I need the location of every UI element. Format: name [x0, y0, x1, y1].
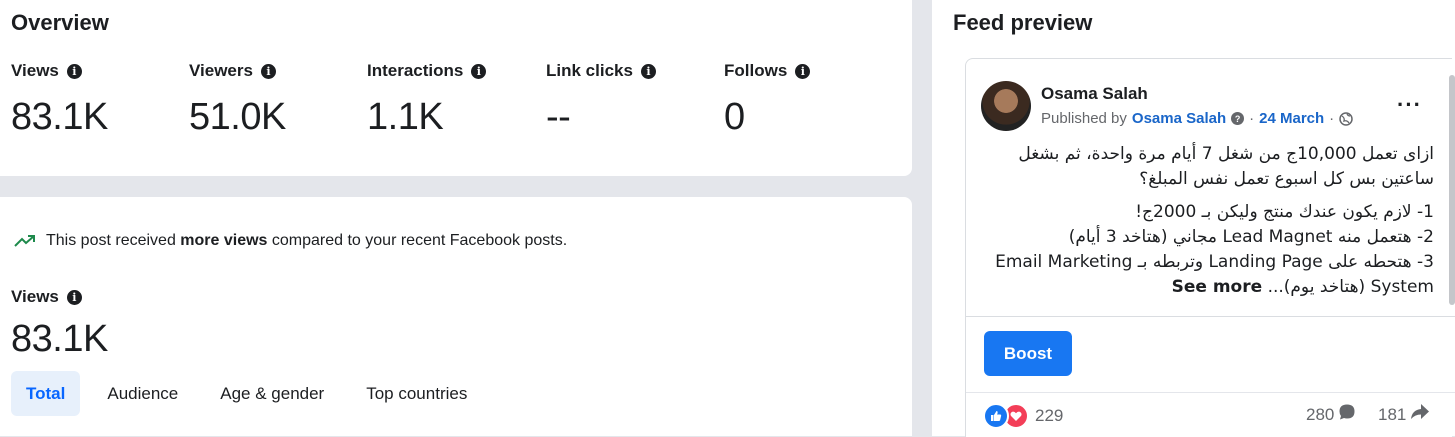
reactions-summary[interactable]: 229 — [983, 403, 1063, 429]
shares-summary[interactable]: 181 — [1378, 403, 1430, 426]
metric-link-clicks: Link clicks i -- — [546, 60, 716, 139]
comments-summary[interactable]: 280 — [1306, 403, 1356, 426]
comment-icon — [1338, 403, 1356, 426]
info-icon[interactable]: i — [471, 63, 487, 79]
globe-icon — [1339, 111, 1353, 126]
feed-preview-title: Feed preview — [953, 10, 1093, 35]
info-icon[interactable]: i — [260, 63, 276, 79]
metric-label: Views — [11, 61, 59, 80]
metric-follows: Follows i 0 — [724, 60, 894, 139]
info-icon[interactable]: i — [66, 289, 82, 305]
tab-total[interactable]: Total — [11, 371, 81, 416]
divider — [966, 392, 1455, 393]
views-value: 83.1K — [11, 318, 108, 360]
metric-views: Views i 83.1K — [11, 60, 181, 139]
meta-dot: · — [1249, 110, 1255, 127]
overview-title: Overview — [11, 10, 109, 35]
metric-label: Follows — [724, 61, 788, 80]
metric-interactions: Interactions i 1.1K — [367, 60, 537, 139]
tab-top-countries[interactable]: Top countries — [351, 371, 482, 416]
reactions-count: 229 — [1035, 406, 1064, 425]
more-options-icon[interactable]: ··· — [1397, 92, 1422, 118]
share-icon — [1410, 403, 1430, 426]
info-icon[interactable]: i — [66, 63, 82, 79]
notice-suffix: compared to your recent Facebook posts. — [267, 232, 568, 249]
publisher-link[interactable]: Osama Salah — [1132, 110, 1226, 127]
views-notice: This post received more views compared t… — [14, 232, 567, 250]
views-total: Views i 83.1K — [11, 286, 108, 361]
post-text-line: ازاى تعمل 10,000ج من شغل 7 أيام مرة واحد… — [1018, 144, 1434, 189]
breakdown-tabs: Total Audience Age & gender Top countrie… — [11, 371, 494, 416]
tab-age-gender[interactable]: Age & gender — [205, 371, 339, 416]
author-name[interactable]: Osama Salah — [1041, 84, 1148, 104]
metric-viewers: Viewers i 51.0K — [189, 60, 359, 139]
metric-value: 83.1K — [11, 96, 108, 138]
trending-up-icon — [14, 234, 36, 248]
metric-label: Link clicks — [546, 61, 633, 80]
post-date-link[interactable]: 24 March — [1259, 110, 1324, 127]
see-more-link[interactable]: See more — [1172, 277, 1263, 297]
divider — [966, 316, 1455, 317]
like-icon — [983, 403, 1009, 429]
comments-count: 280 — [1306, 404, 1335, 424]
avatar[interactable] — [981, 81, 1031, 131]
scrollbar[interactable] — [1449, 75, 1455, 305]
post-text-line: 2- هتعمل منه Lead Magnet مجاني (هتاخد 3 … — [1068, 227, 1434, 247]
info-icon[interactable]: i — [795, 63, 811, 79]
info-icon[interactable]: i — [640, 63, 656, 79]
notice-bold: more views — [180, 232, 268, 249]
views-label: Views — [11, 287, 59, 306]
tab-audience[interactable]: Audience — [92, 371, 193, 416]
post-text-line: 1- لازم يكون عندك منتج وليكن بـ 2000ج! — [1135, 202, 1434, 222]
metric-label: Viewers — [189, 61, 253, 80]
shares-count: 181 — [1378, 404, 1407, 424]
published-prefix: Published by — [1041, 110, 1127, 127]
meta-dot: · — [1329, 110, 1335, 127]
notice-text: This post received more views compared t… — [46, 232, 567, 250]
boost-button[interactable]: Boost — [984, 331, 1072, 376]
metric-label: Interactions — [367, 61, 464, 80]
metric-value: 51.0K — [189, 96, 286, 138]
metric-value: -- — [546, 96, 571, 138]
post-text-line: 3- هتحطه على Landing Page وتربطه بـ Emai… — [980, 250, 1434, 300]
post-meta: Published by Osama Salah ? · 24 March · — [1041, 110, 1353, 127]
metric-value: 1.1K — [367, 96, 444, 138]
question-icon[interactable]: ? — [1231, 112, 1245, 125]
overview-card: Overview Views i 83.1K Viewers i 51.0K Int… — [0, 0, 912, 176]
post-text: ازاى تعمل 10,000ج من شغل 7 أيام مرة واحد… — [980, 142, 1434, 300]
metric-value: 0 — [724, 96, 745, 138]
notice-prefix: This post received — [46, 232, 181, 249]
